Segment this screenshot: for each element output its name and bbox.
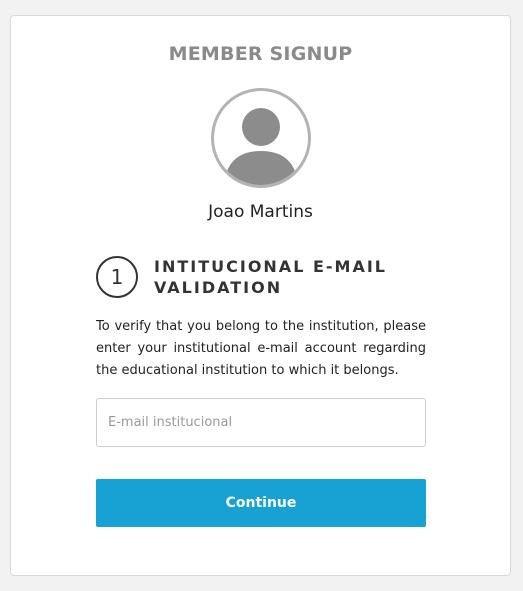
continue-button[interactable]: Continue: [96, 479, 426, 527]
institutional-email-input[interactable]: [96, 398, 426, 447]
user-name: Joao Martins: [208, 202, 313, 222]
page-title: MEMBER SIGNUP: [168, 43, 353, 65]
step-number-badge: 1: [96, 256, 138, 298]
avatar: [211, 88, 311, 188]
signup-card: MEMBER SIGNUP Joao Martins 1 INTITUCIONA…: [10, 15, 511, 576]
step-title: INTITUCIONAL E-MAIL VALIDATION: [154, 257, 387, 297]
step-description: To verify that you belong to the institu…: [96, 319, 426, 378]
user-silhouette-icon: [224, 108, 298, 185]
